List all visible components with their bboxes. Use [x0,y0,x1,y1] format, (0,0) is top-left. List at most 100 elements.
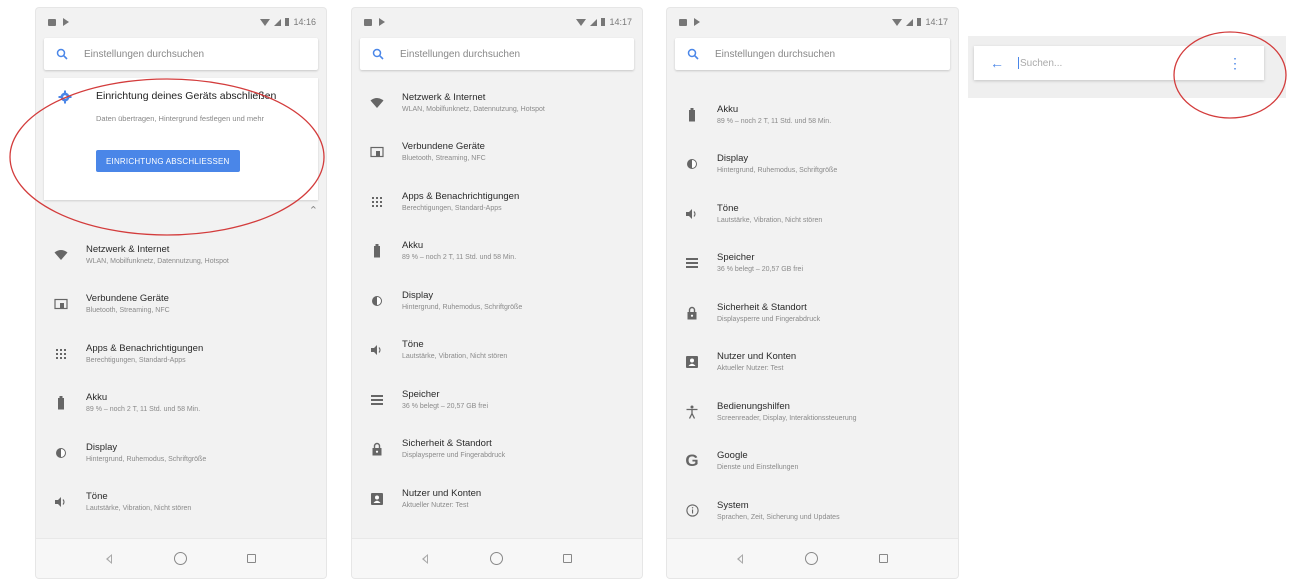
settings-item-battery[interactable]: Akku 89 % – noch 2 T, 11 Std. und 58 Min. [667,90,958,140]
settings-item-wifi[interactable]: Netzwerk & Internet WLAN, Mobilfunknetz, … [352,78,642,128]
settings-item-title: Netzwerk & Internet [402,91,486,103]
settings-item-title: Töne [86,491,108,503]
signal-icon [906,18,914,26]
settings-item-text: Verbundene Geräte Bluetooth, Streaming, N… [402,140,642,164]
play-icon [63,18,69,26]
settings-item-text: System Sprachen, Zeit, Sicherung und Upda… [717,499,958,523]
settings-search-bar[interactable]: Einstellungen durchsuchen [44,38,318,70]
wifi-status-icon [576,18,587,26]
settings-item-title: Akku [86,392,108,404]
settings-item-storage[interactable]: Speicher 36 % belegt – 20,57 GB frei [352,375,642,425]
settings-item-subtitle: Hintergrund, Ruhemodus, Schriftgröße [402,303,523,311]
settings-item-subtitle: WLAN, Mobilfunknetz, Datennutzung, Hotsp… [402,105,545,113]
settings-item-devices[interactable]: Verbundene Geräte Bluetooth, Streaming, N… [352,128,642,178]
settings-item-text: Display Hintergrund, Ruhemodus, Schriftgr… [86,441,326,465]
search-bar: ← Suchen... ⋮ [974,46,1264,80]
settings-item-title: Google [717,450,748,462]
settings-item-text: Akku 89 % – noch 2 T, 11 Std. und 58 Min. [86,391,326,415]
google-icon: G [685,451,699,471]
search-placeholder: Einstellungen durchsuchen [400,48,521,60]
settings-item-subtitle: Lautstärke, Vibration, Nicht stören [402,353,508,361]
display-icon [352,294,402,308]
settings-search-bar[interactable]: Einstellungen durchsuchen [360,38,634,70]
recents-nav-icon[interactable] [878,554,888,563]
settings-item-text: Nutzer und Konten Aktueller Nutzer: Test [402,487,642,511]
back-nav-icon[interactable] [106,553,114,564]
settings-item-apps[interactable]: Apps & Benachrichtigungen Berechtigungen,… [352,177,642,227]
settings-item-battery[interactable]: Akku 89 % – noch 2 T, 11 Std. und 58 Min. [352,227,642,277]
settings-item-text: Verbundene Geräte Bluetooth, Streaming, N… [86,292,326,316]
settings-item-text: Netzwerk & Internet WLAN, Mobilfunknetz, … [402,91,642,115]
settings-item-accessibility[interactable]: Bedienungshilfen Screenreader, Display, I… [667,387,958,437]
settings-item-display[interactable]: Display Hintergrund, Ruhemodus, Schriftgr… [36,428,326,478]
home-nav-icon[interactable] [490,552,503,565]
settings-item-info[interactable]: System Sprachen, Zeit, Sicherung und Upda… [667,486,958,536]
settings-item-lock[interactable]: Sicherheit & Standort Displaysperre und F… [667,288,958,338]
settings-item-title: Sicherheit & Standort [402,438,492,450]
back-nav-icon[interactable] [422,553,430,564]
settings-item-subtitle: 89 % – noch 2 T, 11 Std. und 58 Min. [86,406,201,414]
settings-item-subtitle: Displaysperre und Fingerabdruck [402,452,506,460]
back-nav-icon[interactable] [737,553,745,564]
settings-item-account[interactable]: Nutzer und Konten Aktueller Nutzer: Test [667,338,958,388]
phone-screen-2: 14:17 Einstellungen durchsuchen Netzwerk… [352,8,642,578]
navigation-bar [667,538,958,578]
card-body: Daten übertragen, Hintergrund festlegen … [96,114,265,123]
settings-item-sound[interactable]: Töne Lautstärke, Vibration, Nicht stören [667,189,958,239]
account-icon [667,356,717,369]
settings-item-text: Display Hintergrund, Ruhemodus, Schriftgr… [717,152,958,176]
settings-item-wifi[interactable]: Netzwerk & Internet WLAN, Mobilfunknetz, … [36,230,326,280]
settings-item-title: Akku [717,103,739,115]
wifi-icon [352,97,402,109]
settings-item-storage[interactable]: Speicher 36 % belegt – 20,57 GB frei [667,239,958,289]
settings-item-title: Speicher [717,252,755,264]
settings-item-text: Töne Lautstärke, Vibration, Nicht stören [402,338,642,362]
settings-item-display[interactable]: Display Hintergrund, Ruhemodus, Schriftgr… [667,140,958,190]
devices-icon [36,298,86,310]
back-arrow-icon[interactable]: ← [990,55,1004,71]
settings-search-bar[interactable]: Einstellungen durchsuchen [675,38,950,70]
apps-icon [36,348,86,360]
search-placeholder: Einstellungen durchsuchen [715,48,836,60]
settings-item-title: Display [717,153,749,165]
lock-icon [667,306,717,320]
more-options-icon[interactable]: ⋮ [1228,56,1242,70]
settings-item-devices[interactable]: Verbundene Geräte Bluetooth, Streaming, N… [36,280,326,330]
settings-item-title: Akku [402,240,424,252]
settings-item-sound[interactable]: Töne Lautstärke, Vibration, Nicht stören [352,326,642,376]
home-nav-icon[interactable] [174,552,187,565]
search-icon [56,48,68,60]
clock: 14:17 [609,17,632,27]
settings-item-lock[interactable]: Sicherheit & Standort Displaysperre und F… [352,425,642,475]
chevron-up-icon[interactable]: ⌃ [309,204,318,217]
settings-item-account[interactable]: Nutzer und Konten Aktueller Nutzer: Test [352,474,642,524]
status-bar: 14:16 [36,8,326,36]
settings-item-google[interactable]: G Google Dienste und Einstellungen [667,437,958,487]
settings-item-text: Speicher 36 % belegt – 20,57 GB frei [717,251,958,275]
settings-item-title: Display [86,441,118,453]
settings-item-subtitle: Aktueller Nutzer: Test [717,365,784,373]
battery-icon [36,396,86,410]
battery-status-icon [601,18,606,26]
clock: 14:17 [925,17,948,27]
settings-item-display[interactable]: Display Hintergrund, Ruhemodus, Schriftgr… [352,276,642,326]
settings-item-text: Display Hintergrund, Ruhemodus, Schriftgr… [402,289,642,313]
settings-item-title: Nutzer und Konten [717,351,797,363]
search-input[interactable]: Suchen... [1018,57,1228,69]
settings-item-apps[interactable]: Apps & Benachrichtigungen Berechtigungen,… [36,329,326,379]
recents-nav-icon[interactable] [563,554,572,563]
settings-item-subtitle: Hintergrund, Ruhemodus, Schriftgröße [717,167,838,175]
battery-status-icon [917,18,922,26]
settings-item-title: Töne [402,339,424,351]
settings-item-sound[interactable]: Töne Lautstärke, Vibration, Nicht stören [36,478,326,528]
settings-item-battery[interactable]: Akku 89 % – noch 2 T, 11 Std. und 58 Min. [36,379,326,429]
recents-nav-icon[interactable] [247,554,256,563]
finish-setup-button[interactable]: EINRICHTUNG ABSCHLIESSEN [96,150,240,172]
home-nav-icon[interactable] [805,552,819,565]
phone-screen-1: 14:16 Einstellungen durchsuchen Einricht… [36,8,326,578]
search-icon [372,48,384,60]
search-icon [687,48,699,60]
settings-item-subtitle: 36 % belegt – 20,57 GB frei [402,402,488,410]
battery-icon [667,107,717,122]
settings-item-text: Akku 89 % – noch 2 T, 11 Std. und 58 Min. [402,239,642,263]
